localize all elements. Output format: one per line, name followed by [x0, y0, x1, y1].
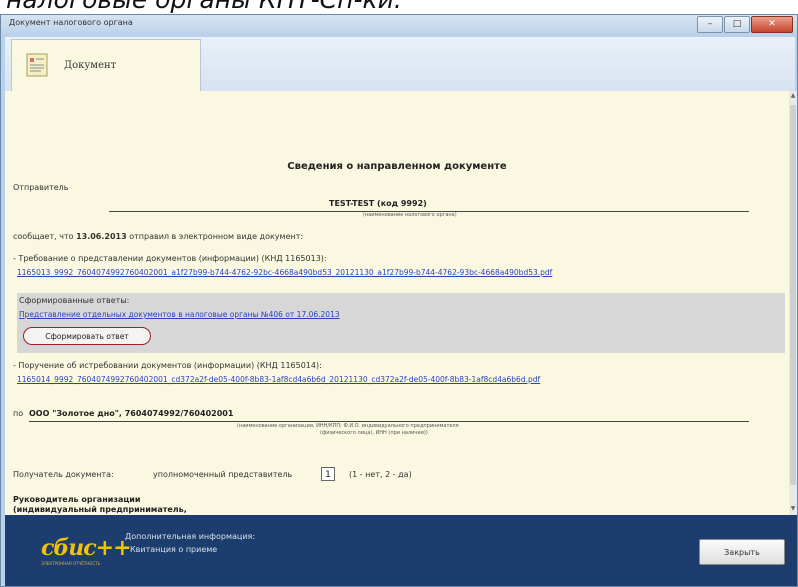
tab-strip: Документ [5, 37, 795, 92]
page-heading: Сведения о направленном документе [287, 161, 507, 172]
footer-bar: сбис++ ЭЛЕКТРОННАЯ ОТЧЁТНОСТЬ Дополнител… [5, 515, 797, 586]
recipient-code-box: 1 [321, 467, 335, 481]
reply-link[interactable]: Представление отдельных документов в нал… [19, 310, 340, 319]
sender-name: TEST-TEST (код 9992) [329, 199, 427, 208]
form-reply-button[interactable]: Сформировать ответ [23, 327, 151, 345]
reported-date: 13.06.2013 [76, 232, 127, 241]
minimize-button[interactable]: – [697, 16, 723, 33]
org-underline [29, 421, 749, 422]
sbis-logo-subtitle: ЭЛЕКТРОННАЯ ОТЧЁТНОСТЬ [41, 561, 101, 566]
additional-info-label: Дополнительная информация: [125, 532, 256, 541]
org-name: ООО "Золотое дно", 7604074992/760402001 [29, 409, 234, 418]
doc1-link[interactable]: 1165013_9992_7604074992760402001_a1f27b9… [17, 268, 552, 277]
reported-text: сообщает, что 13.06.2013 отправил в элек… [13, 232, 303, 241]
scrollbar-thumb[interactable] [790, 105, 796, 485]
head-line-2: (индивидуальный предприниматель, [13, 505, 187, 514]
tab-document[interactable]: Документ [11, 39, 201, 91]
scroll-down-icon[interactable]: ▼ [789, 505, 797, 512]
to-prefix: по [13, 409, 24, 418]
page-caption: налоговые органы КНТ-Сп-ки. [0, 0, 798, 14]
maximize-button[interactable]: □ [724, 16, 750, 33]
tab-label: Документ [64, 60, 117, 71]
recipient-value: уполномоченный представитель [153, 470, 293, 479]
reported-prefix: сообщает, что [13, 232, 74, 241]
reported-suffix: отправил в электронном виде документ: [129, 232, 304, 241]
sender-caption: (наименование налогового органа) [363, 212, 457, 218]
replies-label: Сформированные ответы: [19, 296, 130, 305]
doc2-title: - Поручение об истребовании документов (… [13, 361, 322, 370]
recipient-label: Получатель документа: [13, 470, 114, 479]
close-icon: ✕ [768, 19, 776, 29]
doc1-title: - Требование о представлении документов … [13, 254, 327, 263]
document-content: Сведения о направленном документе Отправ… [5, 91, 789, 515]
org-caption-1: (наименование организации, ИНН/КПП; Ф.И.… [237, 423, 459, 429]
document-icon [26, 53, 48, 77]
window-controls: – □ ✕ [697, 16, 793, 33]
scroll-up-icon[interactable]: ▲ [789, 92, 797, 99]
sbis-logo: сбис++ [41, 535, 132, 561]
recipient-hint: (1 - нет, 2 - да) [349, 470, 412, 479]
window-title: Документ налогового органа [9, 18, 133, 27]
doc2-link[interactable]: 1165014_9992_7604074992760402001_cd372a2… [17, 375, 540, 384]
maximize-icon: □ [732, 19, 742, 29]
minimize-icon: – [707, 19, 713, 29]
head-line-1: Руководитель организации [13, 495, 141, 504]
receipt-link[interactable]: Квитанция о приеме [130, 545, 217, 554]
document-window: Документ налогового органа – □ ✕ Докумен… [0, 14, 798, 587]
title-bar: Документ налогового органа – □ ✕ [1, 15, 797, 35]
close-button[interactable]: Закрыть [699, 539, 785, 565]
vertical-scrollbar[interactable]: ▲ ▼ [789, 91, 797, 515]
close-window-button[interactable]: ✕ [751, 16, 793, 33]
org-caption-2: (физического лица), ИНН (при наличии)) [320, 430, 428, 436]
sender-label: Отправитель [13, 183, 69, 192]
